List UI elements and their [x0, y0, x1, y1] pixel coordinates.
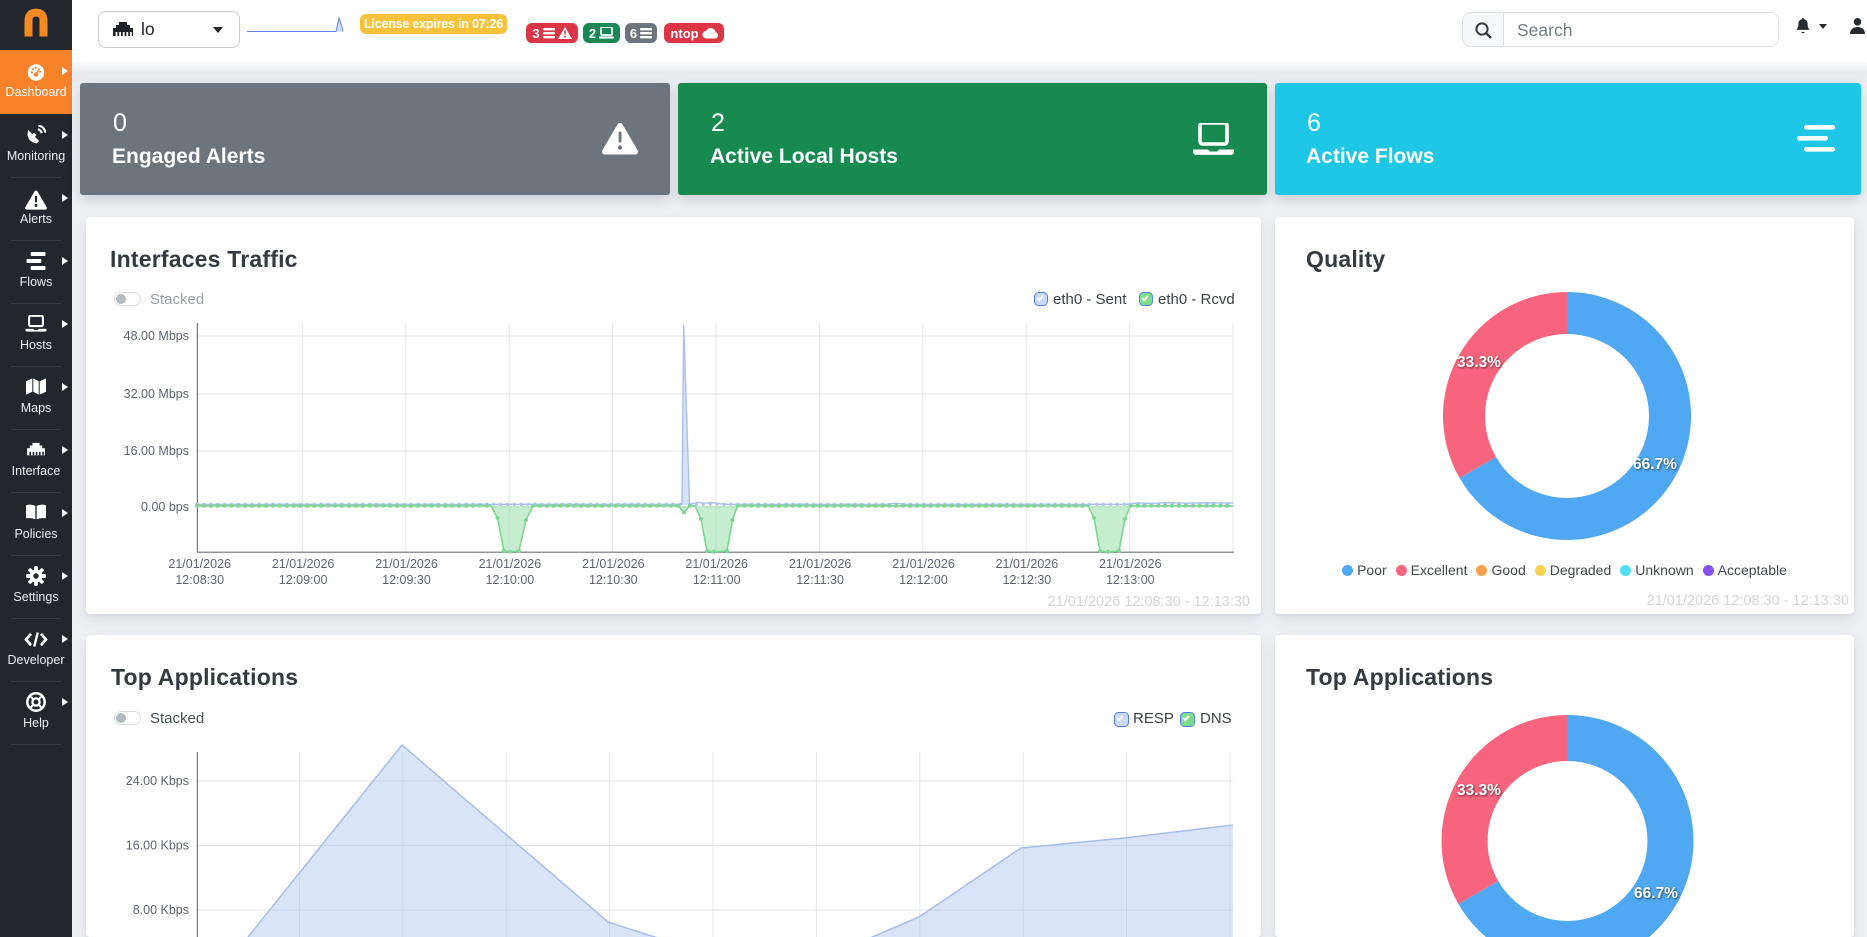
svg-text:33.3%: 33.3% — [1457, 354, 1501, 371]
svg-text:21/01/2026: 21/01/2026 — [272, 557, 335, 571]
svg-text:33.3%: 33.3% — [1457, 782, 1501, 799]
svg-text:21/01/2026: 21/01/2026 — [582, 557, 645, 571]
svg-text:12:12:00: 12:12:00 — [899, 573, 948, 587]
svg-text:12:11:30: 12:11:30 — [796, 573, 844, 587]
svg-text:21/01/2026: 21/01/2026 — [892, 557, 955, 571]
svg-text:12:09:30: 12:09:30 — [382, 573, 431, 587]
svg-text:12:10:00: 12:10:00 — [486, 573, 535, 587]
svg-text:12:09:00: 12:09:00 — [279, 573, 328, 587]
svg-text:16.00 Mbps: 16.00 Mbps — [124, 444, 189, 458]
svg-text:24.00 Kbps: 24.00 Kbps — [126, 774, 189, 788]
svg-text:48.00 Mbps: 48.00 Mbps — [124, 329, 189, 343]
svg-text:16.00 Kbps: 16.00 Kbps — [126, 839, 189, 853]
svg-text:12:10:30: 12:10:30 — [589, 573, 638, 587]
svg-text:21/01/2026: 21/01/2026 — [375, 557, 438, 571]
svg-text:0.00 bps: 0.00 bps — [141, 500, 189, 514]
svg-text:12:13:00: 12:13:00 — [1106, 573, 1155, 587]
svg-text:21/01/2026: 21/01/2026 — [1099, 557, 1162, 571]
svg-text:66.7%: 66.7% — [1634, 885, 1678, 902]
svg-text:21/01/2026: 21/01/2026 — [168, 557, 231, 571]
svg-text:21/01/2026: 21/01/2026 — [685, 557, 748, 571]
svg-text:12:12:30: 12:12:30 — [1003, 573, 1052, 587]
svg-text:21/01/2026: 21/01/2026 — [996, 557, 1059, 571]
svg-text:66.7%: 66.7% — [1633, 456, 1677, 473]
svg-text:12:11:00: 12:11:00 — [693, 573, 741, 587]
svg-text:21/01/2026: 21/01/2026 — [789, 557, 852, 571]
svg-text:32.00 Mbps: 32.00 Mbps — [124, 387, 189, 401]
svg-text:12:08:30: 12:08:30 — [175, 573, 224, 587]
svg-text:8.00 Kbps: 8.00 Kbps — [133, 903, 189, 917]
svg-text:21/01/2026: 21/01/2026 — [479, 557, 542, 571]
